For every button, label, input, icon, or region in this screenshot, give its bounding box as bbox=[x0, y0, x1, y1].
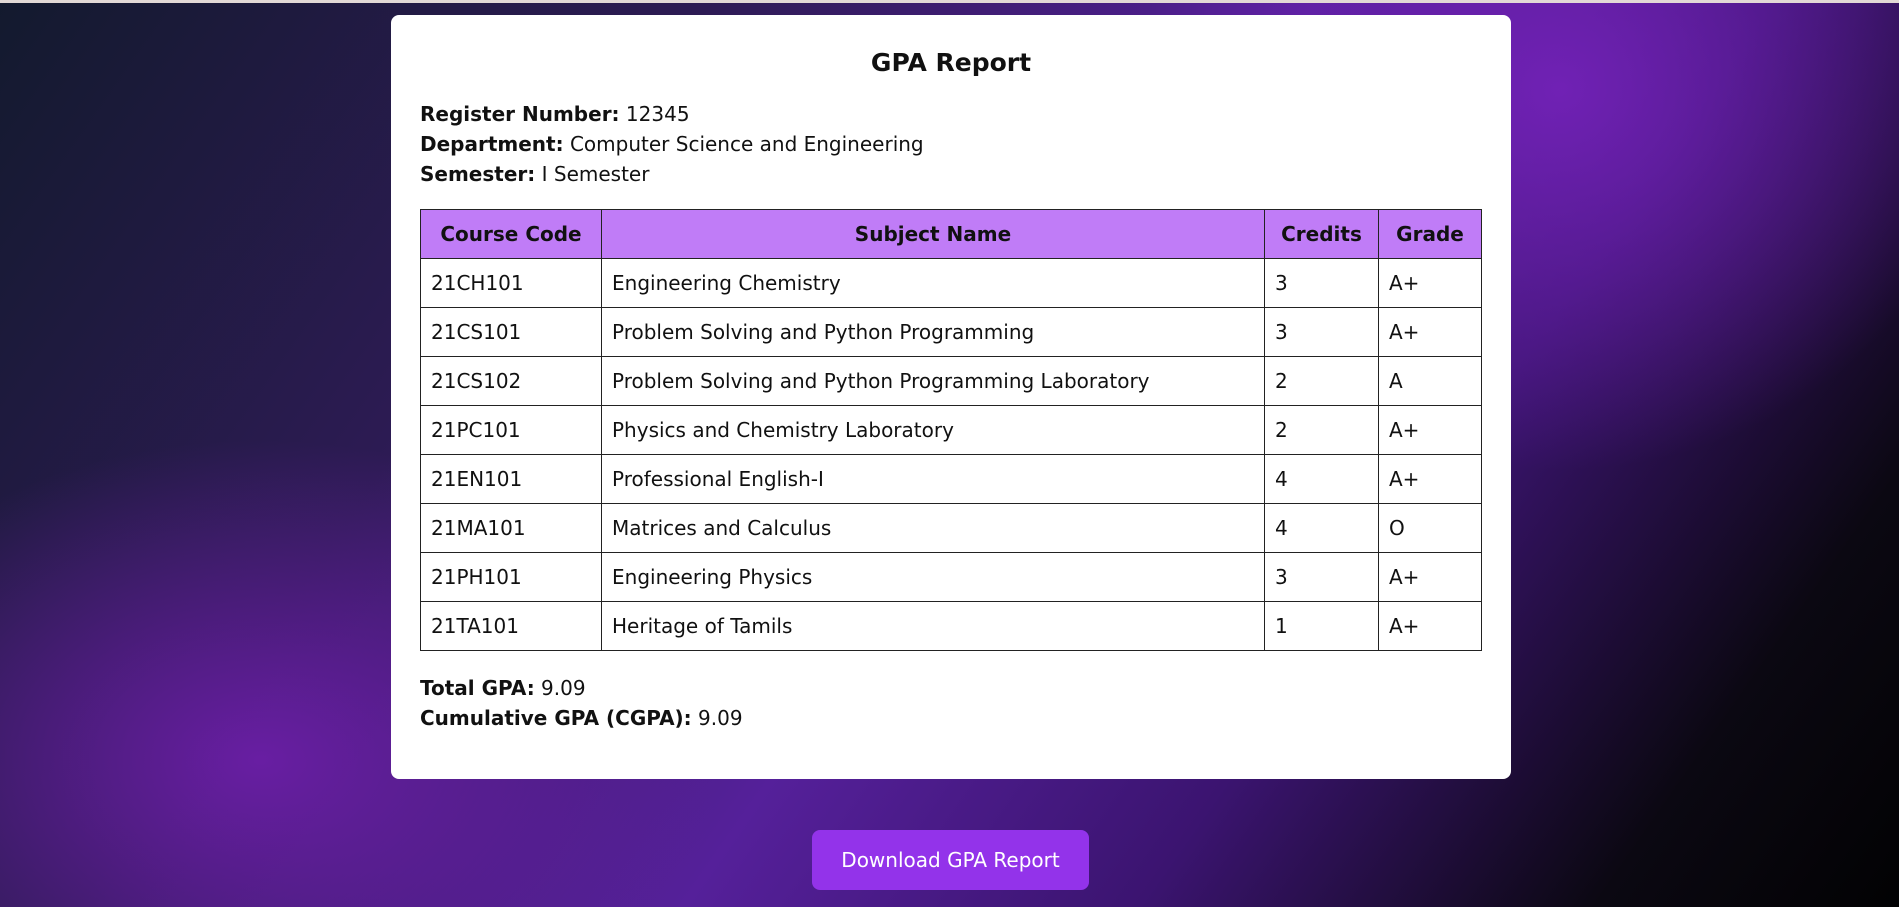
total-gpa-value: 9.09 bbox=[541, 676, 586, 700]
course-code-cell: 21MA101 bbox=[420, 503, 602, 553]
grade-cell: A+ bbox=[1378, 454, 1482, 504]
department-line: Department: Computer Science and Enginee… bbox=[420, 129, 1482, 159]
total-gpa-label: Total GPA: bbox=[420, 676, 535, 700]
subject-name-cell: Engineering Chemistry bbox=[601, 258, 1265, 308]
gpa-totals: Total GPA: 9.09 Cumulative GPA (CGPA): 9… bbox=[420, 673, 1482, 733]
grade-cell: A+ bbox=[1378, 307, 1482, 357]
grade-cell: A+ bbox=[1378, 601, 1482, 651]
subject-name-cell: Physics and Chemistry Laboratory bbox=[601, 405, 1265, 455]
register-number-line: Register Number: 12345 bbox=[420, 99, 1482, 129]
table-row: 21MA101 Matrices and Calculus 4 O bbox=[420, 503, 1482, 553]
grades-table: Course Code Subject Name Credits Grade 2… bbox=[420, 209, 1482, 651]
credits-cell: 4 bbox=[1264, 454, 1379, 504]
grade-cell: A+ bbox=[1378, 552, 1482, 602]
subject-name-cell: Matrices and Calculus bbox=[601, 503, 1265, 553]
course-code-cell: 21PC101 bbox=[420, 405, 602, 455]
register-number-label: Register Number: bbox=[420, 102, 620, 126]
report-title: GPA Report bbox=[870, 48, 1032, 77]
course-code-cell: 21TA101 bbox=[420, 601, 602, 651]
grade-cell: A+ bbox=[1378, 258, 1482, 308]
semester-line: Semester: I Semester bbox=[420, 159, 1482, 189]
header-grade: Grade bbox=[1378, 209, 1482, 259]
table-row: 21CS101 Problem Solving and Python Progr… bbox=[420, 307, 1482, 357]
table-header-row: Course Code Subject Name Credits Grade bbox=[420, 209, 1482, 259]
credits-cell: 3 bbox=[1264, 552, 1379, 602]
table-row: 21TA101 Heritage of Tamils 1 A+ bbox=[420, 601, 1482, 651]
table-row: 21EN101 Professional English-I 4 A+ bbox=[420, 454, 1482, 504]
cgpa-label: Cumulative GPA (CGPA): bbox=[420, 706, 692, 730]
header-subject-name: Subject Name bbox=[601, 209, 1265, 259]
cgpa-line: Cumulative GPA (CGPA): 9.09 bbox=[420, 703, 1482, 733]
subject-name-cell: Heritage of Tamils bbox=[601, 601, 1265, 651]
department-label: Department: bbox=[420, 132, 564, 156]
subject-name-cell: Engineering Physics bbox=[601, 552, 1265, 602]
table-row: 21CH101 Engineering Chemistry 3 A+ bbox=[420, 258, 1482, 308]
course-code-cell: 21EN101 bbox=[420, 454, 602, 504]
grade-cell: A+ bbox=[1378, 405, 1482, 455]
course-code-cell: 21CS101 bbox=[420, 307, 602, 357]
credits-cell: 1 bbox=[1264, 601, 1379, 651]
table-row: 21PH101 Engineering Physics 3 A+ bbox=[420, 552, 1482, 602]
semester-value: I Semester bbox=[541, 162, 650, 186]
total-gpa-line: Total GPA: 9.09 bbox=[420, 673, 1482, 703]
credits-cell: 3 bbox=[1264, 258, 1379, 308]
grade-cell: A bbox=[1378, 356, 1482, 406]
credits-cell: 2 bbox=[1264, 405, 1379, 455]
top-border bbox=[0, 0, 1899, 3]
credits-cell: 4 bbox=[1264, 503, 1379, 553]
table-row: 21PC101 Physics and Chemistry Laboratory… bbox=[420, 405, 1482, 455]
course-code-cell: 21PH101 bbox=[420, 552, 602, 602]
header-credits: Credits bbox=[1264, 209, 1379, 259]
subject-name-cell: Professional English-I bbox=[601, 454, 1265, 504]
table-row: 21CS102 Problem Solving and Python Progr… bbox=[420, 356, 1482, 406]
credits-cell: 3 bbox=[1264, 307, 1379, 357]
semester-label: Semester: bbox=[420, 162, 536, 186]
grade-cell: O bbox=[1378, 503, 1482, 553]
student-info: Register Number: 12345 Department: Compu… bbox=[420, 99, 1482, 189]
course-code-cell: 21CH101 bbox=[420, 258, 602, 308]
gpa-report-card: GPA Report Register Number: 12345 Depart… bbox=[391, 15, 1511, 779]
header-course-code: Course Code bbox=[420, 209, 602, 259]
credits-cell: 2 bbox=[1264, 356, 1379, 406]
subject-name-cell: Problem Solving and Python Programming L… bbox=[601, 356, 1265, 406]
course-code-cell: 21CS102 bbox=[420, 356, 602, 406]
department-value: Computer Science and Engineering bbox=[569, 132, 924, 156]
register-number-value: 12345 bbox=[625, 102, 690, 126]
cgpa-value: 9.09 bbox=[698, 706, 743, 730]
download-gpa-report-button[interactable]: Download GPA Report bbox=[812, 830, 1089, 890]
subject-name-cell: Problem Solving and Python Programming bbox=[601, 307, 1265, 357]
